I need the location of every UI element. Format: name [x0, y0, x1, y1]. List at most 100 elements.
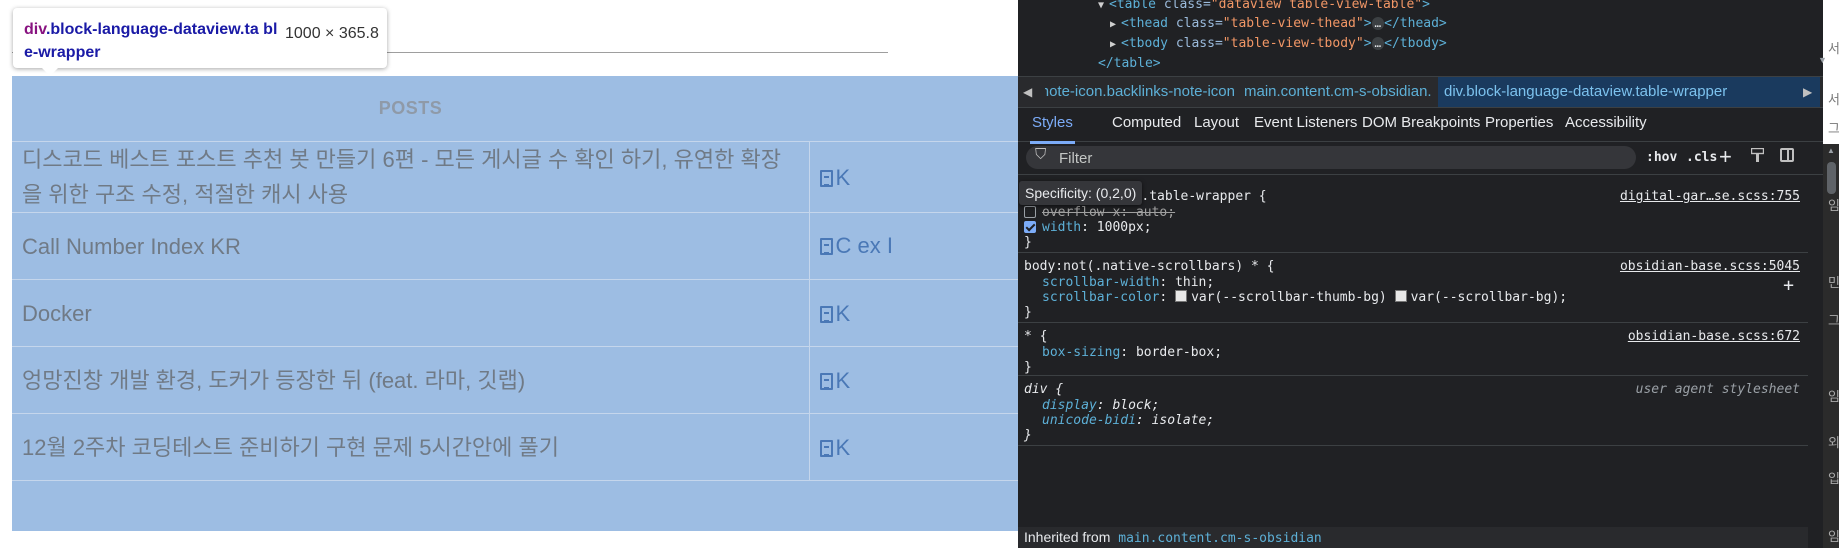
- link-cell[interactable]: K: [809, 279, 1018, 347]
- property-value[interactable]: thin;: [1175, 275, 1214, 290]
- insert-declaration-plus-icon[interactable]: +: [1783, 275, 1794, 296]
- toggle-sidebar-icon[interactable]: [1780, 148, 1794, 162]
- ellipsis-badge[interactable]: …: [1371, 17, 1385, 30]
- property-value[interactable]: var(--scrollbar-thumb-bg): [1191, 290, 1387, 305]
- declaration-checkbox[interactable]: [1024, 206, 1036, 218]
- scroll-down-icon[interactable]: ▼: [1818, 55, 1827, 65]
- property-name: display: [1042, 398, 1097, 413]
- cls-toggle[interactable]: .cls: [1686, 150, 1717, 165]
- dom-node-table-close[interactable]: </table>: [1098, 54, 1161, 70]
- attr-name: class: [1175, 16, 1215, 31]
- filter-icon: ⛉: [1035, 146, 1047, 163]
- breadcrumb-prev-icon[interactable]: ◀: [1023, 77, 1043, 107]
- breadcrumb-item[interactable]: nks-note-icon.backlinks-note-icon: [1045, 77, 1235, 107]
- styles-pane: Specificity: (0,2,0) .cm-s-obsidian .tab…: [1018, 175, 1808, 548]
- declaration-checkbox[interactable]: [1024, 221, 1036, 233]
- link-text[interactable]: C ex I: [836, 233, 893, 258]
- post-title-cell[interactable]: Docker: [12, 279, 810, 347]
- expand-triangle-icon[interactable]: ▶: [1110, 19, 1116, 30]
- link-text[interactable]: K: [836, 165, 851, 190]
- attr-value: "table-view-tbody": [1222, 36, 1364, 51]
- tab-computed[interactable]: Computed: [1112, 108, 1181, 141]
- tooltip-element-name: div.block-language-dataview.ta ble-wrapp…: [24, 18, 284, 64]
- tag-end: </thead>: [1384, 16, 1447, 31]
- tab-accessibility[interactable]: Accessibility: [1565, 108, 1647, 141]
- property-name[interactable]: scrollbar-color: [1042, 290, 1159, 305]
- edge-glyph: 민: [1828, 275, 1839, 290]
- property-name[interactable]: box-sizing: [1042, 345, 1120, 360]
- filter-input[interactable]: [1059, 147, 1619, 169]
- property-value[interactable]: border-box;: [1136, 345, 1222, 360]
- style-rule: body:not(.native-scrollbars) * { obsidia…: [1018, 257, 1808, 323]
- inspect-tooltip: div.block-language-dataview.ta ble-wrapp…: [13, 8, 387, 76]
- link-text[interactable]: K: [836, 368, 851, 393]
- link-cell[interactable]: K: [809, 413, 1018, 481]
- rule-source-link[interactable]: digital-gar…se.scss:755: [1620, 188, 1800, 205]
- table-row: 디스코드 베스트 포스트 추천 봇 만들기 6편 - 모든 게시글 수 확인 하…: [12, 141, 1018, 213]
- inherited-from-header: Inherited from main.content.cm-s-obsidia…: [1018, 527, 1808, 548]
- rule-close-brace: }: [1024, 235, 1032, 250]
- styles-toolbar: ⛉ :hov .cls +: [1018, 142, 1823, 175]
- tag-open: <table: [1109, 0, 1156, 12]
- table-row: 엉망진창 개발 환경, 도커가 등장한 뒤 (feat. 라마, 깃랩) K: [12, 346, 1018, 414]
- tab-event-listeners[interactable]: Event Listeners: [1254, 108, 1357, 141]
- edge-glyph: 입: [1828, 471, 1839, 486]
- dom-node-thead[interactable]: ▶ <thead class="table-view-thead">… </thea…: [1110, 14, 1447, 34]
- new-style-rule-button[interactable]: +: [1719, 144, 1732, 170]
- second-column-header: [809, 76, 1018, 142]
- file-icon: [819, 238, 833, 255]
- tab-properties[interactable]: Properties: [1485, 108, 1553, 141]
- paintbrush-icon[interactable]: [1751, 148, 1764, 163]
- breadcrumb-next-icon[interactable]: ▶: [1803, 77, 1823, 107]
- inherited-link[interactable]: main.content.cm-s-obsidian: [1118, 531, 1322, 546]
- posts-column-header[interactable]: POSTS: [12, 76, 809, 142]
- post-title-cell[interactable]: 12월 2주차 코딩테스트 준비하기 구현 문제 5시간안에 풀기: [12, 413, 810, 481]
- devtools-panel: ▼ <table class="dataview table-view-table…: [1018, 0, 1823, 548]
- declaration: unicode-bidi: isolate;: [1042, 413, 1215, 428]
- post-title-cell[interactable]: Call Number Index KR: [12, 212, 810, 280]
- property-name[interactable]: scrollbar-width: [1042, 275, 1159, 290]
- color-swatch[interactable]: [1175, 290, 1188, 302]
- tag-close: >: [1422, 0, 1430, 12]
- rule-selector[interactable]: body:not(.native-scrollbars) * {: [1024, 258, 1274, 275]
- collapse-triangle-icon[interactable]: ▼: [1098, 0, 1104, 11]
- breadcrumb-item[interactable]: main.content.cm-s-obsidian.: [1244, 77, 1431, 107]
- edge-glyph: 외: [1828, 435, 1839, 450]
- dom-node-tbody[interactable]: ▶ <tbody class="table-view-tbody">… </tbod…: [1110, 34, 1447, 54]
- style-rule: * { obsidian-base.scss:672 box-sizing: b…: [1018, 327, 1808, 376]
- rule-selector[interactable]: * {: [1024, 328, 1047, 345]
- dom-node-table[interactable]: ▼ <table class="dataview table-view-table…: [1098, 0, 1430, 15]
- property-name[interactable]: width: [1042, 220, 1081, 235]
- expand-triangle-icon[interactable]: ▶: [1110, 39, 1116, 50]
- rule-source-link[interactable]: obsidian-base.scss:5045: [1620, 258, 1800, 275]
- post-title-cell[interactable]: 디스코드 베스트 포스트 추천 봇 만들기 6편 - 모든 게시글 수 확인 하…: [12, 141, 810, 213]
- tab-layout[interactable]: Layout: [1194, 108, 1239, 141]
- ellipsis-badge[interactable]: …: [1371, 37, 1385, 50]
- link-cell[interactable]: K: [809, 346, 1018, 414]
- attr-value: "table-view-thead": [1222, 16, 1364, 31]
- post-title-cell[interactable]: 엉망진창 개발 환경, 도커가 등장한 뒤 (feat. 라마, 깃랩): [12, 346, 810, 414]
- property-name[interactable]: overflow-x: [1042, 205, 1120, 220]
- edge-glyph: 그: [1828, 121, 1839, 136]
- tab-dom-breakpoints[interactable]: DOM Breakpoints: [1362, 108, 1480, 141]
- link-cell[interactable]: C ex I: [809, 212, 1018, 280]
- color-swatch[interactable]: [1394, 290, 1407, 302]
- link-text[interactable]: K: [836, 301, 851, 326]
- rule-source-label: user agent stylesheet: [1635, 382, 1800, 397]
- tab-styles[interactable]: Styles: [1030, 108, 1075, 144]
- right-page-text-fragments: 서 서 그 임 민 그 임 외 입 임: [1828, 0, 1839, 548]
- property-value[interactable]: 1000px;: [1097, 220, 1152, 235]
- edge-glyph: 임: [1828, 198, 1839, 213]
- link-text[interactable]: K: [836, 435, 851, 460]
- table-row: Call Number Index KR C ex I: [12, 212, 1018, 280]
- edge-glyph: 서: [1828, 92, 1839, 107]
- edge-glyph: 그: [1828, 313, 1839, 328]
- breadcrumb-item-selected[interactable]: div.block-language-dataview.table-wrappe…: [1438, 77, 1820, 107]
- rule-source-link[interactable]: obsidian-base.scss:672: [1628, 328, 1800, 345]
- dataview-table: POSTS 디스코드 베스트 포스트 추천 봇 만들기 6편 - 모든 게시글 …: [12, 76, 1018, 481]
- table-row: Docker K: [12, 279, 1018, 347]
- property-value[interactable]: var(--scrollbar-bg);: [1411, 290, 1568, 305]
- link-cell[interactable]: K: [809, 141, 1018, 213]
- hov-toggle[interactable]: :hov: [1646, 150, 1677, 165]
- property-value[interactable]: auto;: [1136, 205, 1175, 220]
